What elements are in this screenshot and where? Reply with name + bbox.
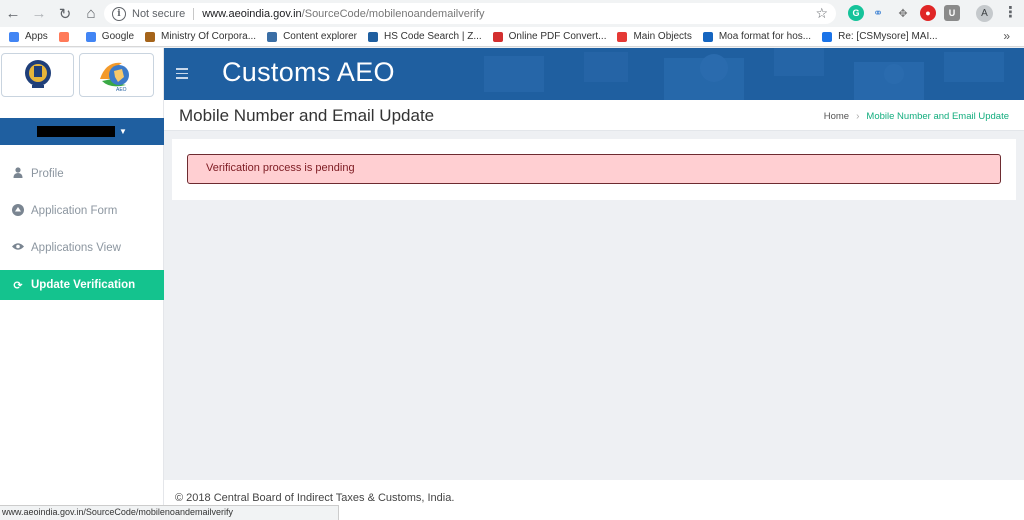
adblock-extension-icon[interactable]: ● <box>920 5 936 21</box>
logo-area: AEO <box>0 48 163 118</box>
bookmark-label: Ministry Of Corpora... <box>161 31 257 42</box>
url-path: /SourceCode/mobilenoandemailverify <box>301 7 485 20</box>
address-divider <box>193 7 195 20</box>
sidebar-item-application-form[interactable]: Application Form <box>0 196 164 226</box>
back-button[interactable]: ← <box>0 0 26 27</box>
bookmark-label: Moa format for hos... <box>718 31 812 42</box>
bookmark-item[interactable]: Ministry Of Corpora... <box>145 31 256 42</box>
refresh-icon: ⟳ <box>13 279 23 292</box>
browser-status-url: www.aeoindia.gov.in/SourceCode/mobilenoa… <box>0 505 339 520</box>
bookmark-item[interactable]: HS Code Search | Z... <box>368 31 482 42</box>
chevron-right-icon: › <box>856 111 860 122</box>
browser-menu-icon[interactable]: ⋮ <box>1003 3 1018 21</box>
sidebar-item-label: Update Verification <box>31 279 136 291</box>
u-extension-icon[interactable]: U <box>944 5 960 21</box>
pending-alert: Verification process is pending <box>187 154 1001 184</box>
bookmark-item[interactable] <box>58 31 75 42</box>
menu-toggle-icon[interactable] <box>176 68 188 82</box>
bookmark-item[interactable]: Main Objects <box>617 31 692 42</box>
address-bar[interactable]: i Not secure www.aeoindia.gov.in/SourceC… <box>104 3 836 24</box>
cursor-extension-icon[interactable]: ✥ <box>895 5 911 21</box>
apps-grid-icon <box>9 31 19 42</box>
info-icon[interactable]: i <box>112 6 126 21</box>
redacted-username <box>37 126 116 137</box>
user-icon <box>12 167 24 181</box>
home-button[interactable]: ⌂ <box>78 0 104 27</box>
caret-down-icon: ▼ <box>119 127 127 136</box>
grammarly-extension-icon[interactable]: G <box>848 5 864 21</box>
bookmark-item[interactable]: Moa format for hos... <box>702 31 812 42</box>
bookmark-item[interactable]: Re: [CSMysore] MAI... <box>822 31 938 42</box>
breadcrumb: Home › Mobile Number and Email Update <box>824 111 1009 122</box>
bookmark-star-icon[interactable]: ☆ <box>815 5 828 22</box>
sidebar-item-applications-view[interactable]: Applications View <box>0 233 164 263</box>
bookmark-label: Content explorer <box>283 31 358 42</box>
sidebar-item-label: Applications View <box>31 242 121 254</box>
bookmark-item[interactable]: Apps <box>9 31 48 42</box>
bookmark-label: Online PDF Convert... <box>508 31 607 42</box>
bookmark-item[interactable]: Online PDF Convert... <box>492 31 607 42</box>
aeo-logo: AEO <box>79 53 154 97</box>
eye-icon <box>12 242 24 254</box>
bookmark-label: Apps <box>25 31 48 42</box>
bookmarks-bar: Apps Google Ministry Of Corpora... Content … <box>0 27 1024 47</box>
page-icon <box>702 31 713 42</box>
bookmark-label: Google <box>101 31 135 42</box>
browser-toolbar: ← → ↻ ⌂ i Not secure www.aeoindia.gov.in… <box>0 0 1024 27</box>
google-icon <box>85 31 96 42</box>
url-host: www.aeoindia.gov.in <box>202 7 302 20</box>
svg-text:AEO: AEO <box>116 87 127 93</box>
user-dropdown[interactable]: ▼ <box>0 118 164 145</box>
content-panel: Verification process is pending <box>172 139 1016 200</box>
sidebar: AEO ▼ Profile Application Form Applicati… <box>0 48 164 520</box>
bookmark-item[interactable]: Google <box>85 31 135 42</box>
bookmark-label: Re: [CSMysore] MAI... <box>838 31 938 42</box>
header-pattern-decoration <box>484 48 1004 100</box>
profile-avatar[interactable]: A <box>976 5 993 22</box>
page-title: Mobile Number and Email Update <box>179 106 435 125</box>
page-title-bar: Mobile Number and Email Update Home › Mo… <box>164 100 1024 131</box>
sidebar-nav: Profile Application Form Applications Vi… <box>0 159 164 307</box>
emblem-icon <box>145 31 156 42</box>
security-label: Not secure <box>132 7 186 20</box>
globe-icon <box>368 31 379 42</box>
hubspot-icon <box>58 31 69 42</box>
mail-icon <box>822 31 833 42</box>
bookmark-label: Main Objects <box>633 31 692 42</box>
hand-pointer-icon <box>267 31 278 42</box>
breadcrumb-home-link[interactable]: Home <box>824 111 849 122</box>
arrow-up-circle-icon <box>12 203 24 219</box>
sidebar-item-update-verification[interactable]: ⟳ Update Verification <box>0 270 164 300</box>
link-extension-icon[interactable]: ⚭ <box>870 5 886 21</box>
forward-button[interactable]: → <box>26 0 52 27</box>
breadcrumb-current: Mobile Number and Email Update <box>866 111 1009 122</box>
sidebar-item-label: Profile <box>31 168 64 180</box>
footer-copyright: © 2018 Central Board of Indirect Taxes &… <box>175 492 455 504</box>
reload-button[interactable]: ↻ <box>52 0 78 27</box>
sidebar-item-profile[interactable]: Profile <box>0 159 164 189</box>
bookmark-item[interactable]: Content explorer <box>267 31 357 42</box>
sidebar-item-label: Application Form <box>31 205 118 217</box>
cbic-emblem-logo <box>1 53 74 97</box>
c-logo-icon <box>617 31 628 42</box>
pdf-icon <box>492 31 503 42</box>
bookmark-label: HS Code Search | Z... <box>384 31 482 42</box>
app-header: Customs AEO <box>164 48 1024 100</box>
bookmarks-overflow-icon[interactable]: » <box>1003 29 1010 43</box>
app-brand: Customs AEO <box>222 57 395 87</box>
